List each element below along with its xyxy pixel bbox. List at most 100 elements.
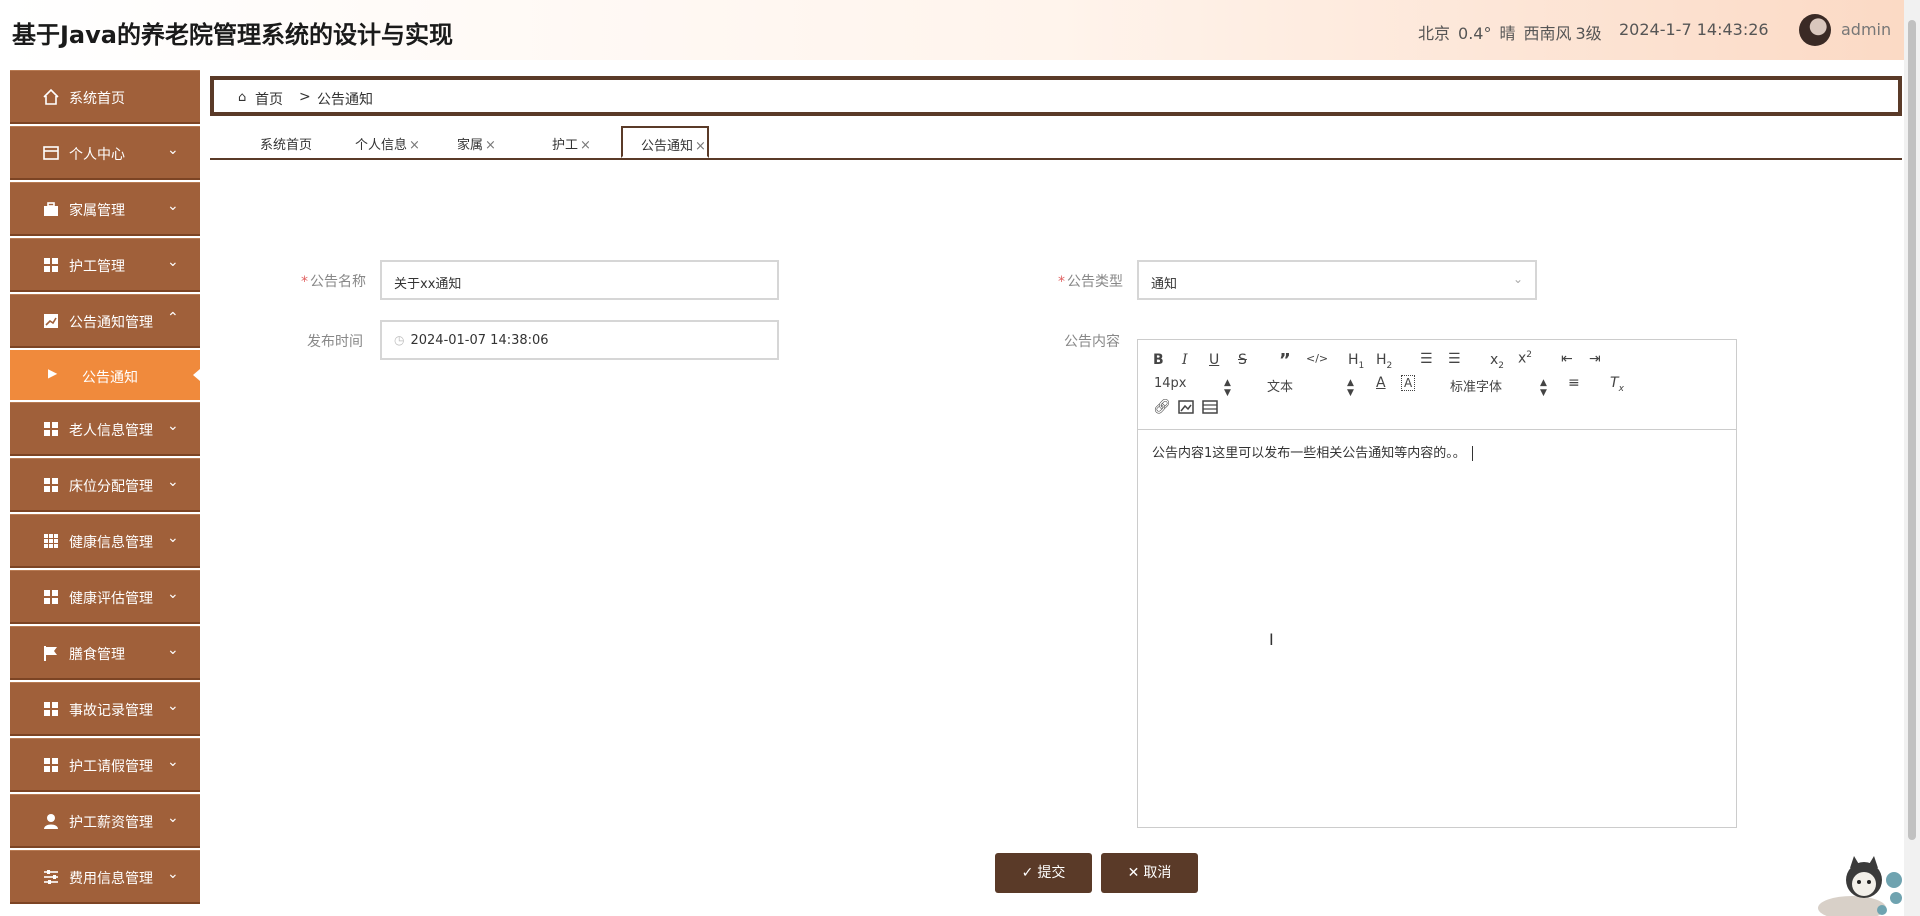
announcement-type-select[interactable]: 通知 ⌄ [1137,260,1537,300]
chevron-down-icon: ⌄ [167,642,179,658]
heading2-icon[interactable]: H2 [1376,352,1392,371]
home-icon[interactable]: ⌂ [238,90,246,105]
chevron-down-icon: ⌄ [167,418,179,434]
updown-icon: ▲ ▼ [1540,378,1547,398]
username[interactable]: admin [1841,20,1891,39]
sidebar-item-label: 膳食管理 [69,647,125,663]
announcement-name-label-text: 公告名称 [310,274,366,290]
bullet-list-icon[interactable]: ☰ [1448,351,1461,367]
subscript-icon[interactable]: x2 [1490,352,1504,371]
background-color-icon[interactable]: A [1401,375,1416,391]
close-icon[interactable]: × [409,138,420,153]
weather-wind-level: 3级 [1575,24,1602,43]
home-icon [43,88,59,105]
user-icon [44,814,58,829]
sidebar-subitem-label: 公告通知 [82,370,138,386]
close-icon[interactable]: × [485,138,496,153]
align-icon[interactable]: ≡ [1568,375,1580,391]
chevron-down-icon: ⌄ [167,198,179,214]
page-scrollbar[interactable] [1904,0,1920,916]
sidebar-item-caregiver[interactable]: 护工管理 ⌄ [10,238,200,292]
tab-family[interactable]: 家属 × [457,134,496,153]
image-icon[interactable] [1178,400,1194,414]
tab-announcement[interactable]: 公告通知 × [621,126,709,158]
weather-condition: 晴 [1499,24,1516,43]
chevron-down-icon: ⌄ [167,586,179,602]
announcement-type-label: * 公告类型 [1058,271,1123,291]
scrollbar-thumb[interactable] [1908,20,1916,840]
publish-time-input[interactable]: ◷ 2024-01-07 14:38:06 [380,320,779,360]
sidebar-item-health-assessment[interactable]: 健康评估管理 ⌄ [10,570,200,624]
clear-format-icon[interactable]: Tx [1610,375,1624,394]
code-icon[interactable]: </> [1306,352,1328,365]
video-icon[interactable] [1202,400,1218,414]
font-size-value: 14px [1154,376,1187,391]
close-icon[interactable]: × [695,139,706,154]
ordered-list-icon[interactable]: ☰ [1420,351,1433,367]
rich-text-editor: B I U S ” </> H1 H2 ☰ ☰ x2 x2 ⇤ ⇥ 14px ▲ ▼… [1137,339,1737,828]
font-size-select[interactable]: 14px ▲ ▼ [1154,376,1234,398]
sidebar-item-announcement[interactable]: 公告通知管理 ⌃ [10,294,200,348]
indent-icon[interactable]: ⇥ [1589,351,1601,367]
tab-label: 护工 [552,138,579,153]
sidebar-item-meals[interactable]: 膳食管理 ⌄ [10,626,200,680]
cancel-button[interactable]: ✕ 取消 [1101,853,1198,893]
editor-toolbar: B I U S ” </> H1 H2 ☰ ☰ x2 x2 ⇤ ⇥ 14px ▲ ▼… [1138,340,1736,430]
font-color-icon[interactable]: A [1376,375,1386,391]
breadcrumb-home[interactable]: 首页 [255,89,283,109]
tab-caregiver[interactable]: 护工 × [552,134,591,153]
strike-icon[interactable]: S [1238,352,1247,368]
tab-label: 系统首页 [260,138,313,153]
sidebar-item-accident-records[interactable]: 事故记录管理 ⌄ [10,682,200,736]
sidebar-subitem-announcement[interactable]: ▶ 公告通知 [10,350,200,400]
sidebar-item-personal-center[interactable]: 个人中心 ⌄ [10,126,200,180]
submit-button-label: 提交 [1037,865,1066,881]
cancel-button-label: 取消 [1143,865,1172,881]
sidebar-item-label: 事故记录管理 [69,703,153,719]
sidebar-item-bed-allocation[interactable]: 床位分配管理 ⌄ [10,458,200,512]
italic-icon[interactable]: I [1182,352,1188,368]
chevron-up-icon: ⌃ [167,310,179,326]
weather-wind: 西南风 [1523,24,1572,43]
sidebar-item-fee-info[interactable]: 费用信息管理 ⌄ [10,850,200,904]
close-icon: ✕ [1127,865,1140,881]
weather-city: 北京 [1418,24,1451,43]
close-icon[interactable]: × [580,138,591,153]
text-caret [1471,446,1473,461]
sidebar-item-label: 床位分配管理 [69,479,153,495]
sidebar-item-family[interactable]: 家属管理 ⌄ [10,182,200,236]
avatar[interactable] [1799,14,1831,46]
block-format-select[interactable]: 文本 ▲ ▼ [1267,376,1354,398]
bold-icon[interactable]: B [1153,352,1164,368]
announcement-type-value: 通知 [1151,277,1178,292]
sidebar-item-caregiver-salary[interactable]: 护工薪资管理 ⌄ [10,794,200,848]
card-icon [43,146,59,160]
header-datetime: 2024-1-7 14:43:26 [1619,20,1769,39]
link-icon[interactable]: 🔗︎ [1153,399,1171,415]
caret-right-icon: ▶ [48,366,58,380]
updown-icon: ▲ ▼ [1224,378,1231,398]
sidebar-item-home[interactable]: 系统首页 [10,70,200,124]
heading1-icon[interactable]: H1 [1348,352,1364,371]
announcement-type-label-text: 公告类型 [1067,274,1123,290]
superscript-icon[interactable]: x2 [1518,350,1532,367]
tab-label: 公告通知 [641,139,694,154]
tab-home[interactable]: 系统首页 [260,134,312,153]
underline-icon[interactable]: U [1209,352,1219,368]
breadcrumb-separator: > [299,89,311,105]
sidebar-item-caregiver-leave[interactable]: 护工请假管理 ⌄ [10,738,200,792]
announcement-name-input[interactable]: 关于xx通知 [380,260,779,300]
editor-content[interactable]: 公告内容1这里可以发布一些相关公告通知等内容的。。 [1152,442,1473,461]
sidebar-item-label: 护工管理 [69,259,125,275]
required-mark: * [301,274,308,290]
outdent-icon[interactable]: ⇤ [1561,351,1573,367]
submit-button[interactable]: ✓ 提交 [995,853,1092,893]
table-icon [44,534,58,548]
tab-personal-info[interactable]: 个人信息 × [355,134,420,153]
sidebar-item-elderly-info[interactable]: 老人信息管理 ⌄ [10,402,200,456]
sidebar-item-health-info[interactable]: 健康信息管理 ⌄ [10,514,200,568]
briefcase-icon [44,202,58,216]
font-family-select[interactable]: 标准字体 ▲ ▼ [1450,376,1547,398]
blockquote-icon[interactable]: ” [1279,350,1291,371]
sidebar-item-label: 公告通知管理 [69,315,153,331]
